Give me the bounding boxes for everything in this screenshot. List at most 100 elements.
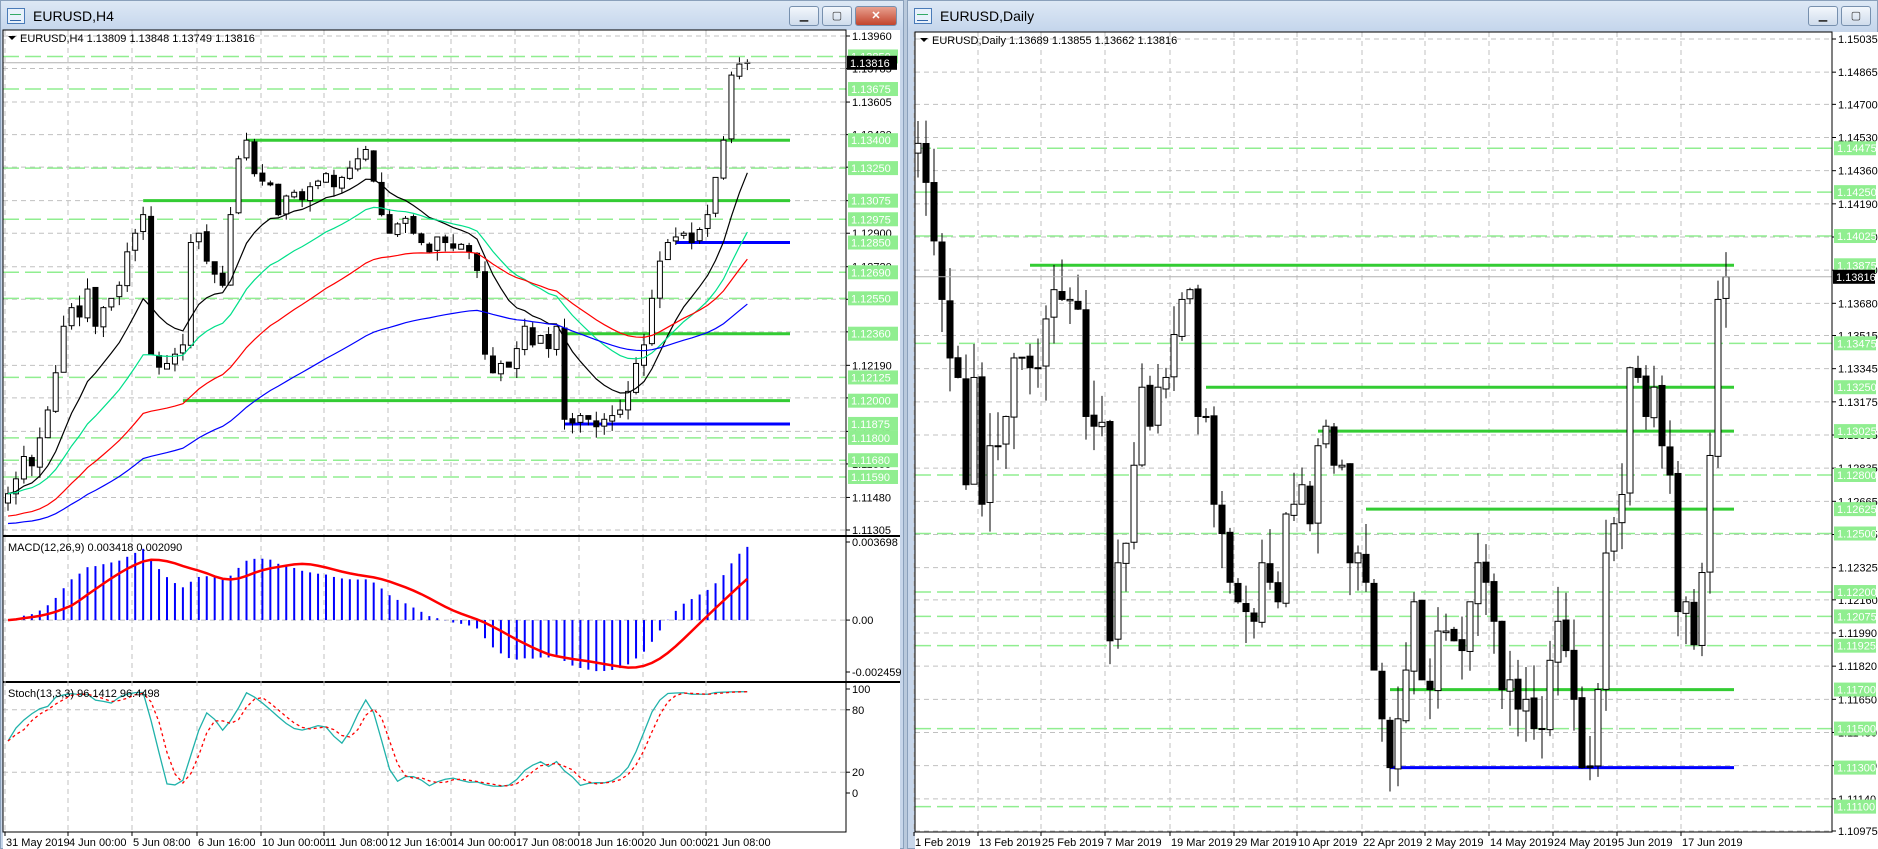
candle xyxy=(251,138,258,177)
candle xyxy=(728,71,735,144)
candle-body-bull xyxy=(291,191,298,198)
candle-body-bear xyxy=(28,457,35,467)
candle-body-bear xyxy=(259,172,266,182)
candle-body-bull xyxy=(728,74,735,140)
time-label: 13 Feb 2019 xyxy=(979,837,1041,849)
level-price-label: 1.11500 xyxy=(1837,724,1876,736)
time-label: 17 Jun 2019 xyxy=(1682,837,1743,849)
level-price-label: 1.11700 xyxy=(1837,685,1876,697)
candle-body-bear xyxy=(1386,719,1394,769)
candle-body-bull xyxy=(1602,552,1610,690)
candle-body-bull xyxy=(1322,425,1330,445)
candle-body-bull xyxy=(1258,562,1266,623)
time-label: 19 Mar 2019 xyxy=(1171,837,1233,849)
candle-body-bear xyxy=(946,300,954,359)
current-price-label: 1.13816 xyxy=(850,58,890,70)
candle-body-bull xyxy=(1202,415,1210,418)
level-price-label: 1.13250 xyxy=(1837,382,1877,394)
candle-body-bull xyxy=(307,186,314,202)
candle-body-bull xyxy=(1594,689,1602,767)
price-tick-label: 1.11820 xyxy=(1838,661,1877,673)
candle-body-bull xyxy=(44,409,51,439)
level-price-label: 1.12360 xyxy=(851,329,891,341)
candle-body-bear xyxy=(1450,628,1458,642)
candle-body-bull xyxy=(648,297,655,345)
price-tick-label: 1.13680 xyxy=(1838,298,1878,310)
candle-body-bull xyxy=(1554,620,1562,663)
candle-body-bull xyxy=(1474,562,1482,605)
candle xyxy=(1106,419,1114,665)
candle-body-bear xyxy=(1330,426,1338,466)
level-price-label: 1.13025 xyxy=(1837,426,1877,438)
candle-body-bear xyxy=(1018,356,1026,359)
candle-body-bull xyxy=(537,335,544,344)
candle-body-bear xyxy=(1218,504,1226,535)
price-tick-label: 1.13605 xyxy=(852,97,892,109)
candle xyxy=(323,171,329,183)
candle-body-bear xyxy=(1570,649,1578,700)
level-price-label: 1.13400 xyxy=(851,135,891,147)
candle-body-bull xyxy=(1410,601,1418,672)
candle xyxy=(410,214,417,235)
candle-body-bear xyxy=(1226,531,1234,583)
level-price-label: 1.14250 xyxy=(1837,187,1877,199)
candle-body-bear xyxy=(1418,599,1426,681)
candle xyxy=(1194,284,1202,435)
candle xyxy=(1706,432,1714,594)
candle-body-bear xyxy=(410,216,417,234)
candle xyxy=(1714,280,1722,468)
price-tick-label: 1.12325 xyxy=(1838,563,1878,575)
candle-body-bear xyxy=(1146,384,1154,427)
candle-body-bear xyxy=(1306,485,1314,525)
candle-body-bear xyxy=(1074,300,1082,310)
candle-body-bull xyxy=(187,242,194,346)
time-label: 11 Jun 08:00 xyxy=(325,837,388,849)
candle-body-bull xyxy=(521,325,528,351)
candle xyxy=(370,150,377,183)
candle-body-bull xyxy=(1722,276,1730,299)
candle xyxy=(426,242,433,253)
candle-body-bull xyxy=(84,288,91,319)
candle-body-bear xyxy=(442,236,449,244)
price-tick-label: 1.14190 xyxy=(1838,199,1878,211)
candle xyxy=(227,207,234,286)
candle-body-bear xyxy=(1514,678,1522,710)
candle-body-bear xyxy=(370,150,377,182)
candle-body-bull xyxy=(1066,298,1074,302)
charts-canvas[interactable]: 1.139601.137851.136051.134301.132551.130… xyxy=(0,0,1878,849)
level-price-label: 1.14475 xyxy=(1837,143,1877,155)
candle xyxy=(1178,292,1186,341)
time-label: 10 Jun 00:00 xyxy=(262,837,326,849)
candle-body-bear xyxy=(1250,612,1258,622)
candle-body-bear xyxy=(92,286,99,327)
candle-body-bear xyxy=(545,333,552,350)
level-price-label: 1.11100 xyxy=(1837,802,1875,814)
candle-body-bull xyxy=(1114,562,1122,640)
candle-body-bull xyxy=(52,372,59,412)
candle-body-bear xyxy=(593,420,600,428)
candle-body-bear xyxy=(585,415,592,420)
macd-axis-label: -0.002459 xyxy=(852,667,902,679)
candle-body-bear xyxy=(938,241,946,300)
time-label: 14 Jun 00:00 xyxy=(452,837,516,849)
candle-body-bull xyxy=(970,376,978,485)
candle-body-bull xyxy=(1010,357,1018,418)
candle-body-bear xyxy=(1490,581,1498,622)
candle-body-bull xyxy=(1138,386,1146,466)
candle-body-bull xyxy=(100,307,107,328)
time-label: 29 Mar 2019 xyxy=(1235,837,1297,849)
candle-body-bear xyxy=(1058,291,1066,300)
candle-body-bull xyxy=(1298,484,1306,505)
candle-body-bear xyxy=(962,378,970,486)
candle-body-bull xyxy=(346,167,353,179)
candle-body-bull xyxy=(1042,318,1050,367)
time-label: 25 Feb 2019 xyxy=(1042,837,1104,849)
candle-body-bull xyxy=(1002,415,1010,445)
candle-body-bull xyxy=(1618,493,1626,524)
time-label: 5 Jun 08:00 xyxy=(133,837,191,849)
candle-body-bear xyxy=(156,354,163,368)
candle xyxy=(1282,512,1290,608)
candle-body-bear xyxy=(1210,415,1218,505)
candle xyxy=(978,362,986,517)
candle-body-bear xyxy=(1266,563,1274,583)
